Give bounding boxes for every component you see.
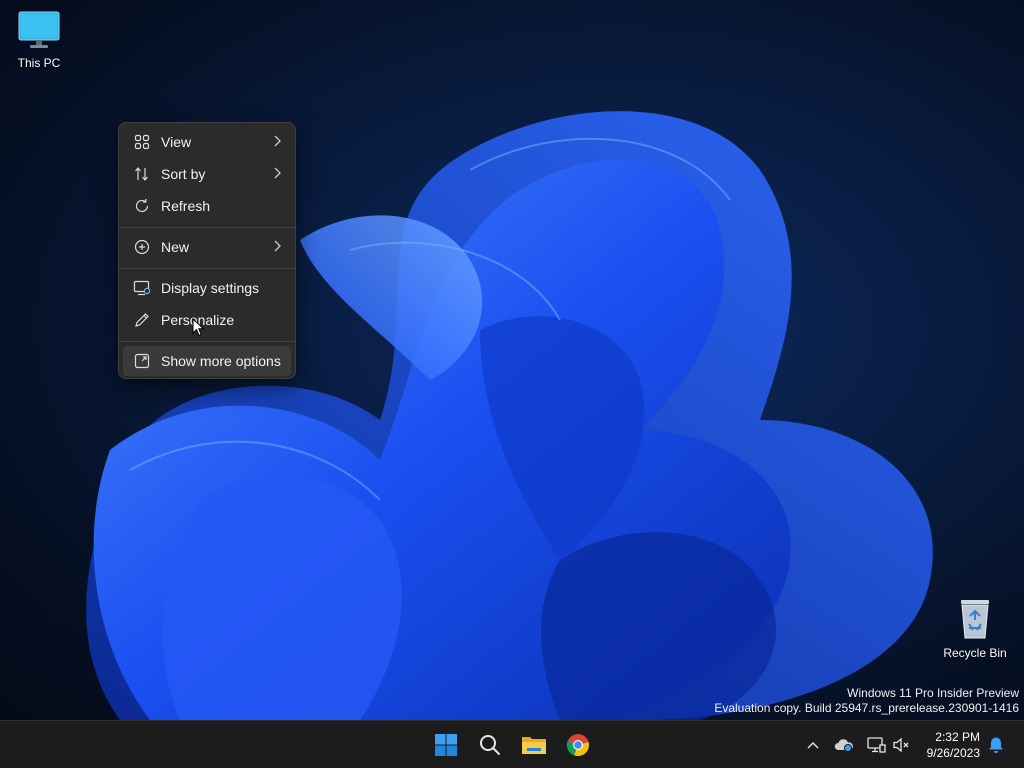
evaluation-watermark: Windows 11 Pro Insider Preview Evaluatio… (714, 686, 1019, 716)
show-hidden-icons-button[interactable] (803, 735, 823, 755)
watermark-line-1: Windows 11 Pro Insider Preview (847, 686, 1019, 700)
desktop-context-menu: View Sort by Refresh New Display setting… (118, 122, 296, 379)
pen-icon (127, 312, 157, 328)
menu-item-new[interactable]: New (123, 232, 291, 262)
search-button[interactable] (470, 725, 510, 765)
this-pc-label: This PC (17, 56, 61, 70)
notifications-button[interactable] (986, 735, 1006, 755)
menu-item-show-more-options-label: Show more options (161, 353, 281, 369)
recycle-bin-shortcut[interactable]: Recycle Bin (937, 598, 1013, 660)
volume-button[interactable] (892, 735, 912, 755)
chrome-button[interactable] (558, 725, 598, 765)
menu-item-new-label: New (161, 239, 190, 255)
recycle-bin-label: Recycle Bin (943, 646, 1007, 660)
menu-item-refresh-label: Refresh (161, 198, 211, 214)
start-button[interactable] (426, 725, 466, 765)
file-explorer-icon (522, 737, 546, 754)
menu-separator (119, 341, 295, 342)
menu-item-view[interactable]: View (123, 127, 291, 157)
mouse-pointer-icon (192, 318, 205, 337)
start-icon (435, 734, 457, 756)
onedrive-icon (834, 739, 853, 752)
menu-item-display-settings[interactable]: Display settings (123, 273, 291, 303)
clock-time: 2:32 PM (935, 730, 980, 744)
taskbar: 2:32 PM 9/26/2023 (0, 720, 1024, 768)
menu-item-view-label: View (161, 134, 192, 150)
add-circle-icon (127, 239, 157, 255)
menu-item-sort-by-label: Sort by (161, 166, 206, 182)
menu-separator (119, 268, 295, 269)
menu-item-show-more-options[interactable]: Show more options (123, 346, 291, 376)
onedrive-button[interactable] (834, 735, 854, 755)
display-settings-icon (127, 280, 157, 296)
watermark-line-2: Evaluation copy. Build 25947.rs_prerelea… (714, 701, 1019, 715)
menu-item-personalize-label: Personalize (161, 312, 235, 328)
network-button[interactable] (866, 735, 886, 755)
chevron-right-icon (273, 239, 281, 255)
chevron-right-icon (273, 134, 281, 150)
menu-separator (119, 227, 295, 228)
menu-item-display-settings-label: Display settings (161, 280, 260, 296)
bell-icon (989, 737, 1003, 753)
file-explorer-button[interactable] (514, 725, 554, 765)
system-clock[interactable]: 2:32 PM 9/26/2023 (927, 729, 980, 761)
this-pc-shortcut[interactable]: This PC (1, 10, 77, 70)
chevron-right-icon (273, 166, 281, 182)
menu-item-sort-by[interactable]: Sort by (123, 159, 291, 189)
search-icon (480, 735, 501, 756)
clock-date: 9/26/2023 (926, 746, 980, 760)
menu-item-refresh[interactable]: Refresh (123, 191, 291, 221)
volume-muted-icon (893, 737, 909, 753)
recycle-bin-icon (961, 600, 989, 639)
chevron-up-icon (807, 742, 819, 749)
refresh-icon (127, 198, 157, 214)
monitor-icon (18, 11, 60, 48)
share-expand-icon (127, 353, 157, 369)
chrome-icon (566, 734, 589, 757)
network-icon (867, 737, 886, 753)
view-grid-icon (127, 134, 157, 150)
sort-icon (127, 166, 157, 182)
menu-item-personalize[interactable]: Personalize (123, 305, 291, 335)
